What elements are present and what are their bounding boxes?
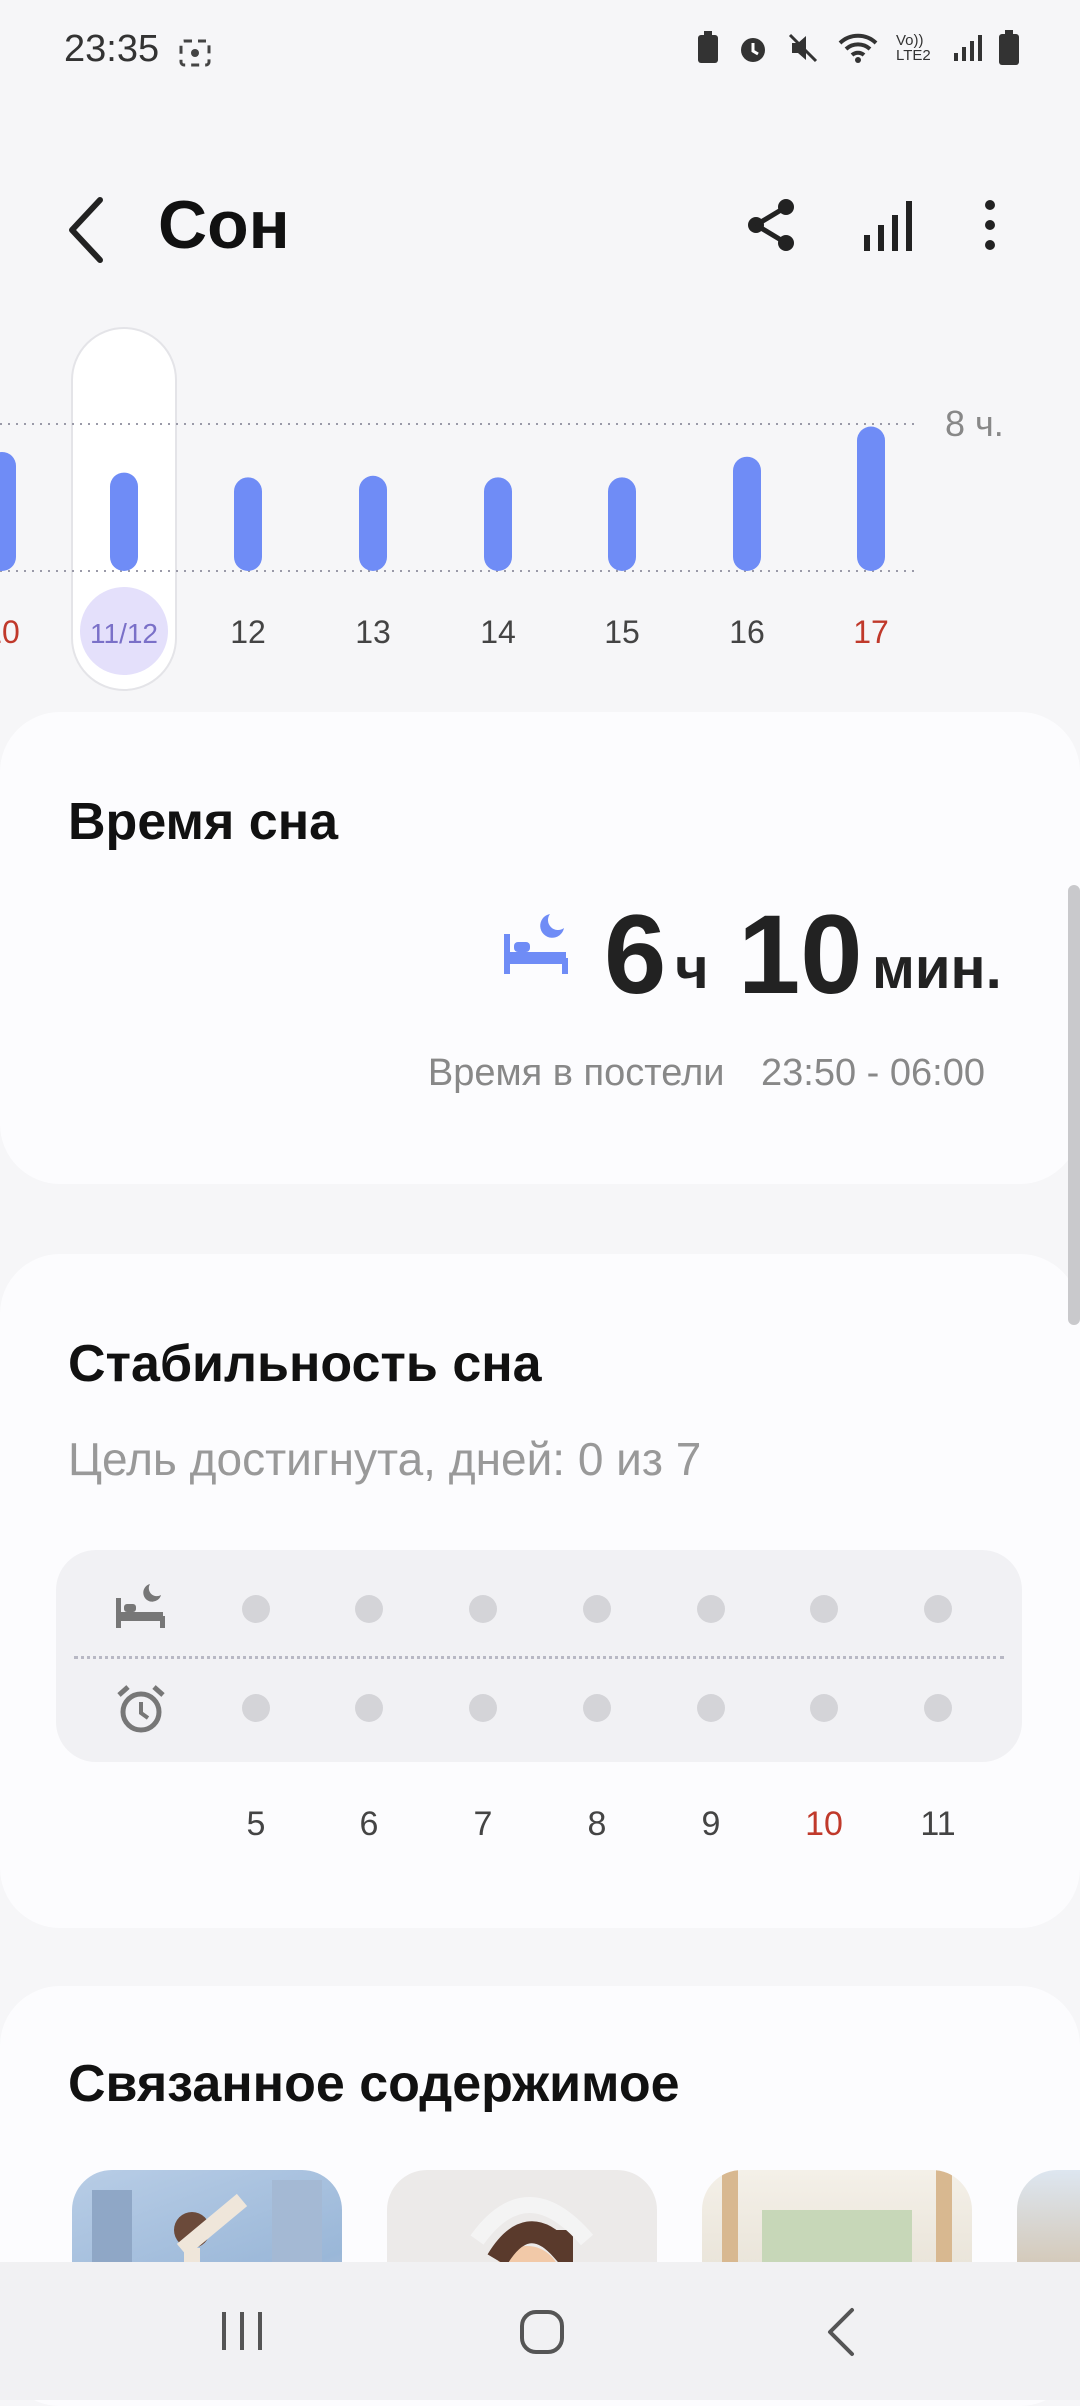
sleep-bar-11/12[interactable] <box>110 472 138 571</box>
bedtime-row: Время в постели 23:50 - 06:00 <box>428 1052 985 1095</box>
stability-day-label: 8 <box>587 1805 607 1843</box>
bedtime-dot <box>810 1595 838 1623</box>
statistics-button[interactable] <box>858 195 918 255</box>
status-icons: Vo)) LTE2 <box>696 30 1020 66</box>
bed-icon <box>500 908 572 985</box>
share-button[interactable] <box>742 195 802 255</box>
mute-icon <box>788 33 818 63</box>
sleep-minutes-unit: мин. <box>872 936 1002 1001</box>
wake-dot <box>697 1694 725 1722</box>
bedtime-bed-icon <box>112 1582 168 1635</box>
chart-day-label-17[interactable]: 17 <box>853 614 889 650</box>
alarm-icon <box>741 38 765 62</box>
related-title: Связанное содержимое <box>68 2055 680 2113</box>
sleep-bar-13[interactable] <box>359 475 387 571</box>
system-back-button[interactable] <box>822 2302 862 2367</box>
chart-day-label-15[interactable]: 15 <box>604 614 640 650</box>
stability-divider <box>74 1656 1004 1659</box>
sleep-bar-10[interactable] <box>0 451 16 571</box>
stability-day-label: 11 <box>920 1805 956 1843</box>
wake-alarm-icon <box>115 1683 167 1740</box>
sleep-bar-17[interactable] <box>857 426 885 571</box>
sleep-bar-16[interactable] <box>733 456 761 571</box>
home-icon <box>520 2310 564 2354</box>
wake-dot <box>924 1694 952 1722</box>
share-icon <box>748 199 794 251</box>
bedtime-dot <box>355 1595 383 1623</box>
bar-chart-icon <box>864 201 912 251</box>
wifi-icon <box>838 33 878 63</box>
bedtime-dot <box>924 1595 952 1623</box>
sleep-bar-chart: 8 ч. 10 11/12 12 13 14 15 16 17 <box>0 327 1004 691</box>
sleep-time-title: Время сна <box>68 793 339 851</box>
back-button[interactable] <box>62 190 112 270</box>
chart-day-label-13[interactable]: 13 <box>355 614 391 650</box>
reference-line-label: 8 ч. <box>945 403 1004 444</box>
stability-day-label: 9 <box>701 1805 721 1843</box>
scrollbar[interactable] <box>1068 885 1080 1325</box>
sleep-bar-12[interactable] <box>234 477 262 571</box>
sleep-bar-14[interactable] <box>484 477 512 571</box>
more-options-button[interactable] <box>960 195 1020 255</box>
system-back-icon <box>828 2308 854 2356</box>
back-arrow-icon <box>69 197 103 263</box>
wake-dot <box>242 1694 270 1722</box>
bedtime-dot <box>697 1595 725 1623</box>
chart-day-label-16[interactable]: 16 <box>729 614 765 650</box>
stability-day-label: 7 <box>473 1805 493 1843</box>
stability-title: Стабильность сна <box>68 1335 542 1393</box>
stability-day-label: 6 <box>359 1805 379 1843</box>
chart-day-label-12[interactable]: 12 <box>230 614 266 650</box>
page-title: Сон <box>158 187 290 263</box>
sleep-hours-unit: ч <box>675 936 709 1001</box>
more-vert-icon <box>985 200 995 250</box>
stability-day-label: 5 <box>246 1805 266 1843</box>
stability-subtitle: Цель достигнута, дней: 0 из 7 <box>68 1433 702 1485</box>
bedtime-dot <box>469 1595 497 1623</box>
chart-day-label-14[interactable]: 14 <box>480 614 516 650</box>
wake-dot <box>810 1694 838 1722</box>
wake-dot <box>469 1694 497 1722</box>
status-time: 23:35 <box>64 28 160 70</box>
signal-icon <box>954 35 982 61</box>
recent-apps-icon <box>222 2312 262 2350</box>
network-label: Vo)) LTE2 <box>896 32 931 64</box>
stability-day-label: 10 <box>805 1805 843 1843</box>
screen-record-icon <box>178 38 212 73</box>
sleep-bar-15[interactable] <box>608 477 636 571</box>
bedtime-range: 23:50 - 06:00 <box>761 1052 985 1094</box>
wake-dot <box>355 1694 383 1722</box>
chart-day-label-10[interactable]: 10 <box>0 614 20 650</box>
sleep-minutes: 10 <box>738 892 863 1017</box>
chart-day-label-11/12[interactable]: 11/12 <box>90 618 158 649</box>
wake-dot <box>583 1694 611 1722</box>
home-button[interactable] <box>512 2302 572 2367</box>
battery-icon <box>999 30 1019 65</box>
recent-apps-button[interactable] <box>218 2302 266 2367</box>
bedtime-dot <box>242 1595 270 1623</box>
battery-saver-icon <box>698 31 718 63</box>
bedtime-label: Время в постели <box>427 1052 725 1094</box>
bedtime-dot <box>583 1595 611 1623</box>
sleep-hours: 6 <box>604 892 667 1017</box>
